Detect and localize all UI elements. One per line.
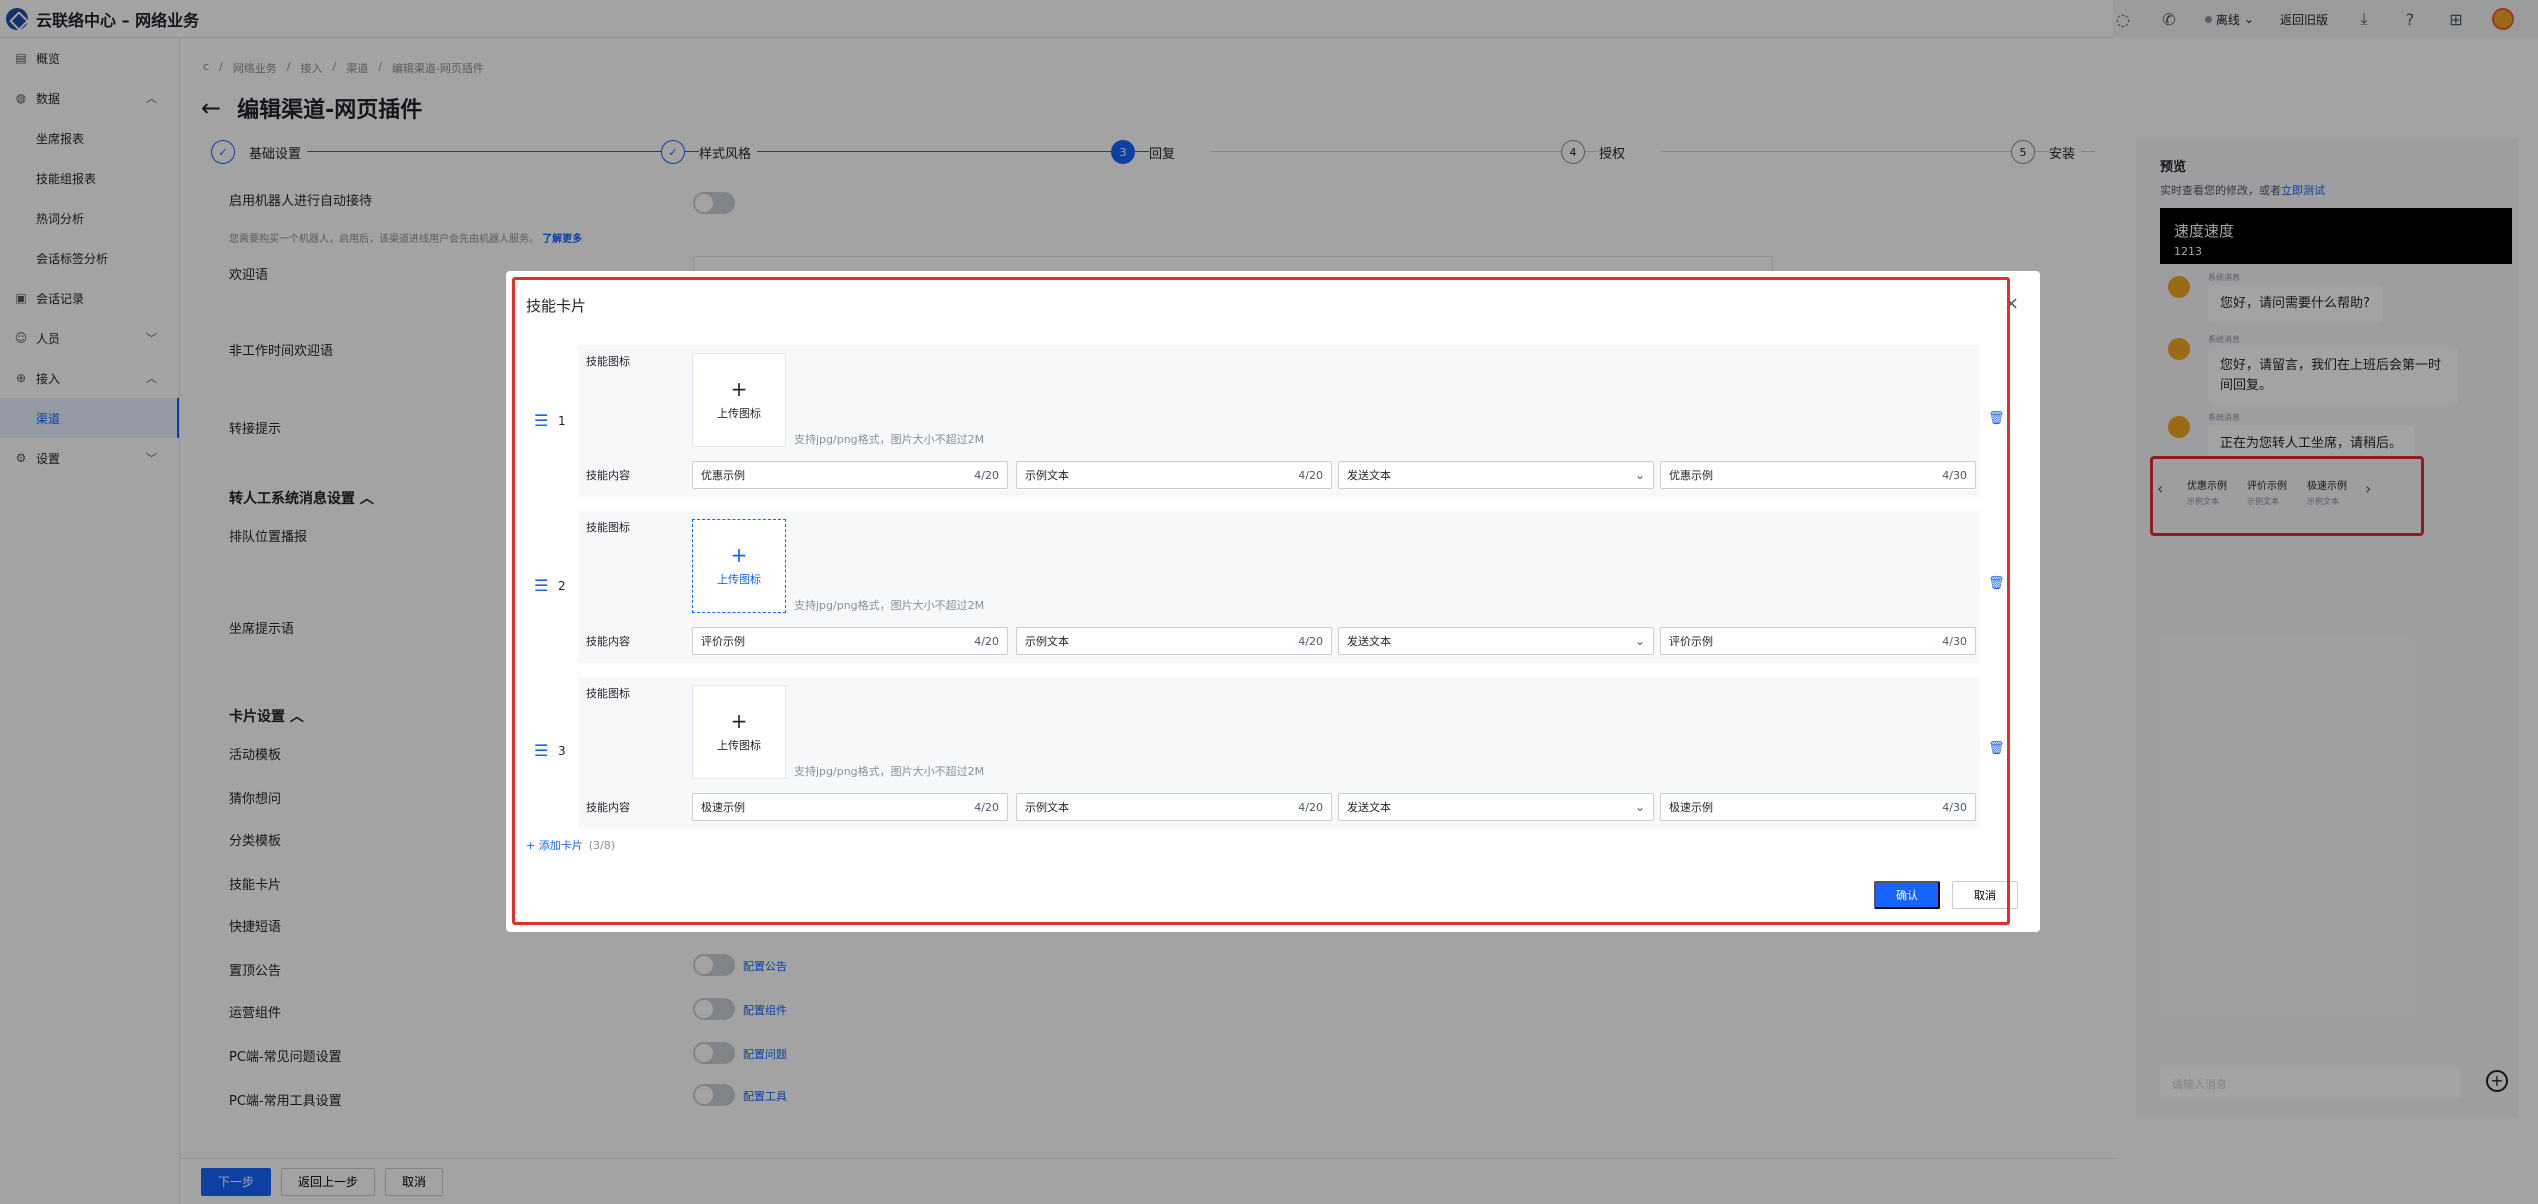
skill-name-input[interactable]: 极速示例 4/20 (692, 793, 1008, 821)
chevron-down-icon: ⌄ (1634, 468, 1645, 482)
skill-text-input[interactable]: 示例文本 4/20 (1016, 627, 1332, 655)
field-value: 评价示例 (1669, 635, 1713, 648)
modal-cancel-button[interactable]: 取消 (1952, 881, 2018, 909)
trash-icon[interactable]: 🗑 (1988, 576, 2005, 591)
trash-icon[interactable]: 🗑 (1988, 741, 2005, 756)
char-count: 4/20 (974, 468, 999, 482)
upload-hint: 支持jpg/png格式，图片大小不超过2M (794, 433, 985, 446)
skill-name-input[interactable]: 优惠示例 4/20 (692, 461, 1008, 489)
select-value: 发送文本 (1347, 469, 1391, 482)
upload-label: 上传图标 (717, 407, 761, 420)
skill-text-input[interactable]: 示例文本 4/20 (1016, 793, 1332, 821)
confirm-button[interactable]: 确认 (1874, 881, 1940, 909)
card-index: 2 (558, 579, 566, 593)
field-value: 优惠示例 (701, 469, 745, 482)
drag-handle-icon[interactable]: ☰ (534, 411, 548, 430)
send-text-input[interactable]: 优惠示例 4/30 (1660, 461, 1976, 489)
select-value: 发送文本 (1347, 801, 1391, 814)
field-value: 优惠示例 (1669, 469, 1713, 482)
field-value: 极速示例 (1669, 801, 1713, 814)
card-index: 3 (558, 744, 566, 758)
modal-title: 技能卡片 (526, 297, 587, 315)
field-value: 极速示例 (701, 801, 745, 814)
upload-icon-button[interactable]: + 上传图标 (692, 353, 786, 447)
add-card-count: (3/8) (588, 839, 616, 852)
send-text-input[interactable]: 评价示例 4/30 (1660, 627, 1976, 655)
select-value: 发送文本 (1347, 635, 1391, 648)
char-count: 4/20 (974, 634, 999, 648)
add-card-button[interactable]: + 添加卡片 (3/8) (526, 837, 615, 853)
field-value: 示例文本 (1025, 469, 1069, 482)
skill-card-1: 技能图标 + 上传图标 支持jpg/png格式，图片大小不超过2M 技能内容 优惠… (578, 345, 1980, 497)
field-value: 评价示例 (701, 635, 745, 648)
content-label: 技能内容 (586, 635, 630, 648)
action-type-select[interactable]: 发送文本 ⌄ (1338, 461, 1654, 489)
drag-handle-icon[interactable]: ☰ (534, 576, 548, 595)
plus-icon: + (730, 543, 748, 567)
upload-hint: 支持jpg/png格式，图片大小不超过2M (794, 765, 985, 778)
skill-text-input[interactable]: 示例文本 4/20 (1016, 461, 1332, 489)
char-count: 4/30 (1942, 634, 1967, 648)
skill-card-3: 技能图标 + 上传图标 支持jpg/png格式，图片大小不超过2M 技能内容 极速… (578, 677, 1980, 829)
field-value: 示例文本 (1025, 635, 1069, 648)
icon-label: 技能图标 (586, 355, 630, 368)
upload-label: 上传图标 (717, 739, 761, 752)
icon-label: 技能图标 (586, 521, 630, 534)
skill-card-2: 技能图标 + 上传图标 支持jpg/png格式，图片大小不超过2M 技能内容 评价… (578, 511, 1980, 663)
upload-hint: 支持jpg/png格式，图片大小不超过2M (794, 599, 985, 612)
drag-handle-icon[interactable]: ☰ (534, 741, 548, 760)
action-type-select[interactable]: 发送文本 ⌄ (1338, 793, 1654, 821)
card-index: 1 (558, 414, 566, 428)
send-text-input[interactable]: 极速示例 4/30 (1660, 793, 1976, 821)
char-count: 4/20 (1298, 634, 1323, 648)
upload-label: 上传图标 (717, 573, 761, 586)
plus-icon: + (730, 709, 748, 733)
icon-label: 技能图标 (586, 687, 630, 700)
upload-icon-button[interactable]: + 上传图标 (692, 519, 786, 613)
close-icon[interactable]: × (2004, 293, 2019, 314)
plus-icon: + (730, 377, 748, 401)
chevron-down-icon: ⌄ (1634, 634, 1645, 648)
trash-icon[interactable]: 🗑 (1988, 411, 2005, 426)
add-card-label: + 添加卡片 (526, 839, 583, 852)
action-type-select[interactable]: 发送文本 ⌄ (1338, 627, 1654, 655)
char-count: 4/20 (1298, 800, 1323, 814)
char-count: 4/20 (974, 800, 999, 814)
content-label: 技能内容 (586, 469, 630, 482)
char-count: 4/20 (1298, 468, 1323, 482)
char-count: 4/30 (1942, 800, 1967, 814)
field-value: 示例文本 (1025, 801, 1069, 814)
char-count: 4/30 (1942, 468, 1967, 482)
skill-name-input[interactable]: 评价示例 4/20 (692, 627, 1008, 655)
upload-icon-button[interactable]: + 上传图标 (692, 685, 786, 779)
content-label: 技能内容 (586, 801, 630, 814)
chevron-down-icon: ⌄ (1634, 800, 1645, 814)
skill-card-modal: 技能卡片 × ☰ 1 技能图标 + 上传图标 支持jpg/png格式，图片大小不超… (506, 271, 2040, 932)
